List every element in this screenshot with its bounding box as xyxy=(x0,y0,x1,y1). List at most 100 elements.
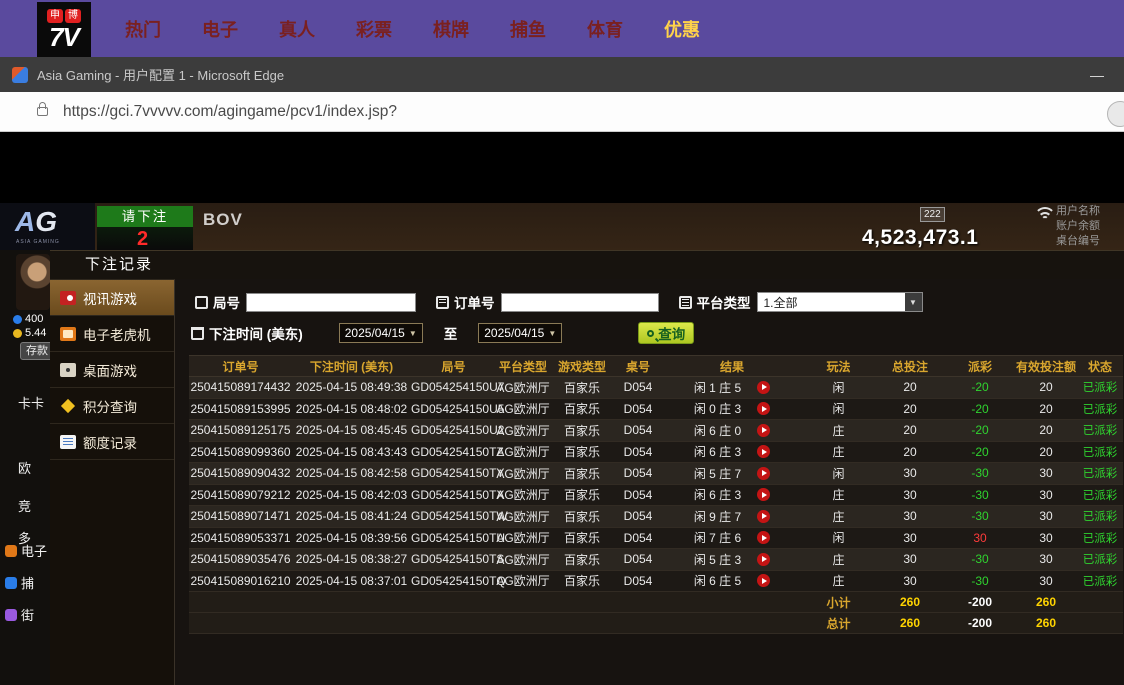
order-cell: 250415089016210 xyxy=(189,574,292,588)
status-cell: 已派彩 xyxy=(1077,444,1123,460)
round-input[interactable] xyxy=(246,293,416,312)
table-row: 2504150890993602025-04-15 08:43:43GD0542… xyxy=(189,442,1123,464)
game-cell: 百家乐 xyxy=(550,465,614,482)
menu-item-quota-records[interactable]: 额度记录 xyxy=(50,424,174,460)
nav-item-promo[interactable]: 优惠 xyxy=(663,16,701,42)
result-cell: 闲 6 庄 3 xyxy=(662,443,802,460)
nav-item-hot[interactable]: 热门 xyxy=(124,16,162,42)
bet-cell: 20 xyxy=(875,402,945,416)
table-cell: D054 xyxy=(614,466,662,480)
side-item-label: 欧 xyxy=(18,458,31,477)
browser-profile-icon[interactable] xyxy=(1107,101,1124,127)
replay-button[interactable] xyxy=(757,445,770,458)
play-cell: 庄 xyxy=(802,486,875,503)
game-cell: 百家乐 xyxy=(550,422,614,439)
menu-item-video-games[interactable]: 视讯游戏 xyxy=(50,280,174,316)
platform-cell: AG欧洲厅 xyxy=(496,400,550,417)
bet-cell: 30 xyxy=(875,552,945,566)
valid-bet-cell: 30 xyxy=(1015,552,1077,566)
valid-bet-cell: 30 xyxy=(1015,574,1077,588)
bet-countdown: 2 xyxy=(137,228,148,251)
logo-badges: 申 博 xyxy=(47,9,81,23)
time-cell: 2025-04-15 08:41:24 xyxy=(292,509,411,523)
status-cell: 已派彩 xyxy=(1077,530,1123,546)
order-cell: 250415089071471 xyxy=(189,509,292,523)
result-text: 闲 5 庄 3 xyxy=(694,551,741,568)
table-row: 2504150890904322025-04-15 08:42:58GD0542… xyxy=(189,463,1123,485)
nav-item-cards[interactable]: 棋牌 xyxy=(432,16,470,42)
menu-item-label: 视讯游戏 xyxy=(83,288,137,308)
order-cell: 250415089035476 xyxy=(189,552,292,566)
nav-item-live[interactable]: 真人 xyxy=(278,16,316,42)
bet-cell: 30 xyxy=(875,488,945,502)
menu-item-slot-machines[interactable]: 电子老虎机 xyxy=(50,316,174,352)
username-label: 用户名称 xyxy=(1056,204,1122,219)
side-item-kaka[interactable]: 卡卡 xyxy=(18,393,44,412)
dice-icon xyxy=(60,363,76,377)
nav-item-slots[interactable]: 电子 xyxy=(201,16,239,42)
platform-cell: AG欧洲厅 xyxy=(496,529,550,546)
menu-item-points-query[interactable]: 积分查询 xyxy=(50,388,174,424)
status-cell: 已派彩 xyxy=(1077,551,1123,567)
date-from-value: 2025/04/15 xyxy=(345,326,405,340)
order-input[interactable] xyxy=(501,293,659,312)
payout-cell: -20 xyxy=(945,380,1015,394)
side-item-jing[interactable]: 竞 xyxy=(18,496,31,515)
side-item-label: 卡卡 xyxy=(18,393,44,412)
minimize-button[interactable]: — xyxy=(1076,57,1118,92)
table-row: 2504150891744322025-04-15 08:49:38GD0542… xyxy=(189,377,1123,399)
nav-item-sports[interactable]: 体育 xyxy=(586,16,624,42)
play-cell: 闲 xyxy=(802,529,875,546)
replay-button[interactable] xyxy=(757,553,770,566)
replay-button[interactable] xyxy=(757,381,770,394)
column-header: 总投注 xyxy=(875,358,945,375)
side-item-fishing[interactable]: 捕 xyxy=(18,573,34,592)
brand-logo[interactable]: 申 博 7V xyxy=(37,2,91,57)
side-item-arcade[interactable]: 街 xyxy=(18,605,34,624)
replay-button[interactable] xyxy=(757,424,770,437)
replay-button[interactable] xyxy=(757,402,770,415)
stat-gold: 5.44 xyxy=(13,327,46,339)
address-input[interactable] xyxy=(63,103,983,121)
payout-cell: -20 xyxy=(945,423,1015,437)
date-from-select[interactable]: 2025/04/15 ▼ xyxy=(339,323,423,343)
wifi-icon xyxy=(1033,207,1057,226)
game-cell: 百家乐 xyxy=(550,400,614,417)
replay-button[interactable] xyxy=(757,531,770,544)
subtotal-bet: 260 xyxy=(875,595,945,609)
result-cell: 闲 1 庄 5 xyxy=(662,379,802,396)
result-cell: 闲 6 庄 5 xyxy=(662,572,802,589)
side-item-europe[interactable]: 欧 xyxy=(18,458,31,477)
menu-item-table-games[interactable]: 桌面游戏 xyxy=(50,352,174,388)
game-cell: 百家乐 xyxy=(550,529,614,546)
replay-button[interactable] xyxy=(757,488,770,501)
date-to-select[interactable]: 2025/04/15 ▼ xyxy=(478,323,562,343)
replay-button[interactable] xyxy=(757,574,770,587)
dealer-photo xyxy=(16,254,50,310)
result-text: 闲 6 庄 5 xyxy=(694,572,741,589)
diamond-icon xyxy=(60,399,76,413)
game-page: AG ASIA GAMING 请下注 2 BOV 222 4,523,473.1… xyxy=(0,132,1124,685)
table-video-thumb[interactable]: 请下注 2 xyxy=(97,206,193,250)
nav-item-lottery[interactable]: 彩票 xyxy=(355,16,393,42)
replay-button[interactable] xyxy=(757,467,770,480)
modal-body: 视讯游戏电子老虎机桌面游戏积分查询额度记录 局号 订单号 平台类型 1.全部 xyxy=(50,279,1124,685)
status-cell: 已派彩 xyxy=(1077,379,1123,395)
ag-logo-a: A xyxy=(15,206,35,237)
side-item-slots[interactable]: 电子 xyxy=(18,541,47,560)
left-sidebar-background: 400 5.44 存款 卡卡 欧 竞 多 电子 捕 街 xyxy=(0,250,50,685)
table-row: 2504150890354762025-04-15 08:38:27GD0542… xyxy=(189,549,1123,571)
payout-cell: -30 xyxy=(945,552,1015,566)
status-cell: 已派彩 xyxy=(1077,465,1123,481)
replay-button[interactable] xyxy=(757,510,770,523)
play-cell: 闲 xyxy=(802,465,875,482)
platform-selected-value: 1.全部 xyxy=(764,294,798,311)
search-button[interactable]: 查询 xyxy=(638,322,694,344)
records-content: 局号 订单号 平台类型 1.全部 ▼ 下注时 xyxy=(175,279,1124,685)
table-cell: D054 xyxy=(614,552,662,566)
deposit-button[interactable]: 存款 xyxy=(20,342,54,360)
nav-item-fishing[interactable]: 捕鱼 xyxy=(509,16,547,42)
order-cell: 250415089099360 xyxy=(189,445,292,459)
play-cell: 庄 xyxy=(802,551,875,568)
platform-select[interactable]: 1.全部 ▼ xyxy=(757,292,923,312)
